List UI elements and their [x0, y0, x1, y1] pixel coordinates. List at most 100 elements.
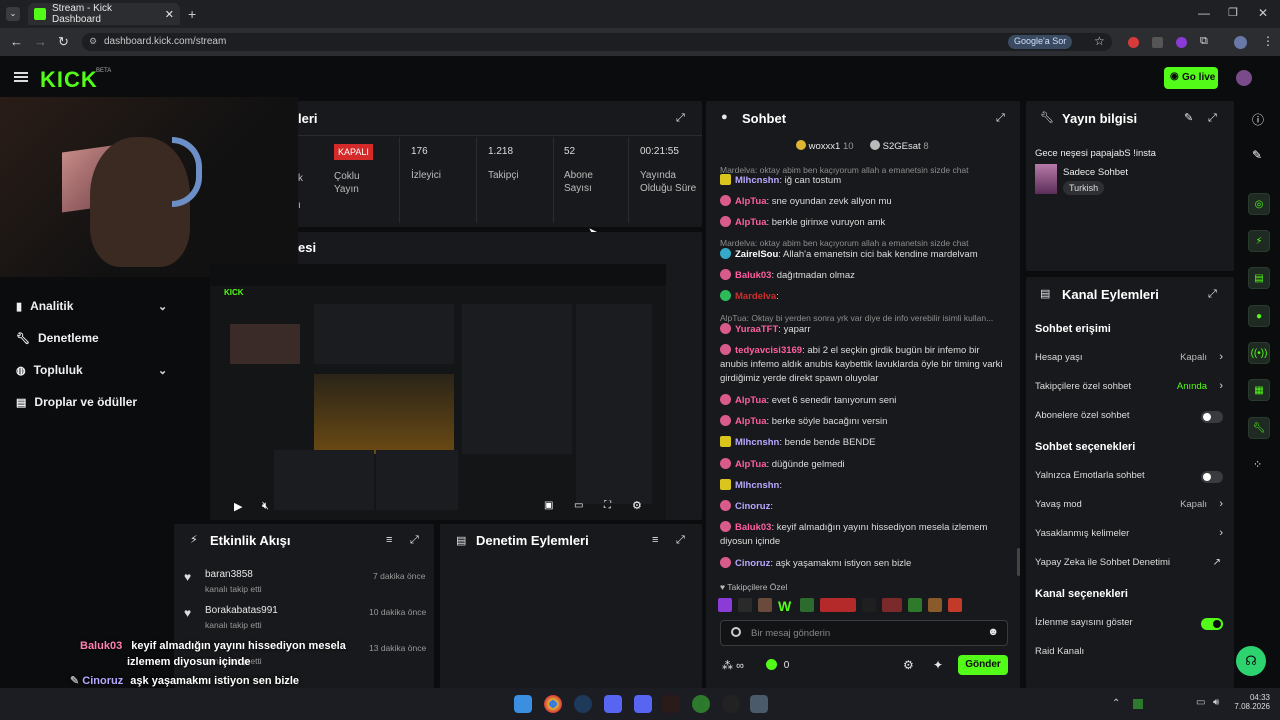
sidebar-item-analytics[interactable]: ▮ Analitik ⌄ [16, 296, 167, 316]
channel-setting-row[interactable]: Abonelere özel sohbet [1035, 410, 1225, 424]
hamburger-menu-icon[interactable] [14, 72, 28, 82]
pip-icon[interactable]: ▣ [544, 500, 553, 511]
channel-setting-row[interactable]: Takipçilere özel sohbet Anında › [1035, 380, 1225, 395]
chat-username[interactable]: YuraaTFT [735, 324, 778, 335]
settings-taskbar-icon[interactable] [750, 695, 768, 713]
chat-username[interactable]: Mardelva [735, 291, 776, 302]
obs-taskbar-icon[interactable] [722, 695, 740, 713]
taskbar-clock[interactable]: 04:33 7.08.2026 [1232, 693, 1270, 711]
chrome-taskbar-icon[interactable] [544, 695, 562, 713]
chat-username[interactable]: Baluk03 [735, 270, 771, 281]
broadcast-rail-icon[interactable]: ((•)) [1248, 342, 1270, 364]
doc-icon[interactable]: ▤ [1248, 267, 1270, 289]
apps-icon[interactable]: ⁘ [1253, 458, 1262, 471]
setting-toggle[interactable] [1201, 471, 1223, 483]
chat-username[interactable]: AlpTua [735, 416, 767, 427]
extension-icon-2[interactable] [1152, 37, 1163, 48]
tray-chevron-icon[interactable]: ⌃ [1112, 698, 1120, 709]
bolt-icon[interactable]: ⚡︎ [1248, 230, 1270, 252]
chat-username[interactable]: Mlhcnshn [735, 437, 779, 448]
channel-setting-row[interactable]: Yavaş mod Kapalı › [1035, 498, 1225, 513]
discord2-taskbar-icon[interactable] [634, 695, 652, 713]
tray-app-icon[interactable] [1133, 699, 1143, 709]
chat-username[interactable]: Baluk03 [735, 522, 771, 533]
setting-toggle[interactable] [1201, 618, 1223, 630]
channel-setting-row[interactable]: Yalnızca Emotlarla sohbet [1035, 470, 1225, 484]
chat-username[interactable]: tedyavcisi3169 [735, 345, 802, 356]
emote-icon[interactable] [758, 598, 772, 612]
filter-icon[interactable]: ≡ [386, 534, 392, 546]
forward-button[interactable]: → [34, 34, 47, 49]
sidebar-item-community[interactable]: ◍ Topluluk ⌄ [16, 360, 167, 380]
close-window-button[interactable]: ✕ [1258, 6, 1268, 20]
chat-scrollbar[interactable] [1017, 548, 1020, 576]
emote-icon[interactable] [928, 598, 942, 612]
wrench-rail-icon[interactable]: 🔧︎ [1248, 417, 1270, 439]
theater-icon[interactable]: ▭ [574, 500, 583, 511]
channel-setting-row[interactable]: Raid Kanalı [1035, 646, 1225, 660]
emote-w-icon[interactable]: W [778, 598, 794, 614]
address-bar[interactable]: dashboard.kick.com/stream [82, 33, 1112, 51]
new-tab-button[interactable]: + [188, 6, 196, 22]
back-button[interactable]: ← [10, 34, 23, 49]
chat-username[interactable]: AlpTua [735, 196, 767, 207]
site-info-icon[interactable]: ⚙ [89, 36, 97, 47]
event-username[interactable]: baran3858 [205, 569, 253, 580]
profile-avatar[interactable] [1234, 36, 1247, 49]
emote-icon[interactable] [800, 598, 814, 612]
layout-rail-icon[interactable]: ▦ [1248, 379, 1270, 401]
extension-red-icon[interactable] [1128, 37, 1139, 48]
channel-points[interactable]: 0 [766, 659, 789, 671]
channel-setting-row[interactable]: Yapay Zeka ile Sohbet Denetimi ↗ [1035, 557, 1225, 571]
volume-icon[interactable]: 🔊︎ [1213, 697, 1219, 708]
fullscreen-icon[interactable]: ⛶ [604, 500, 611, 511]
filter-icon[interactable]: ≡ [652, 534, 658, 546]
reload-button[interactable]: ↻ [58, 34, 69, 50]
popout-icon[interactable]: ⤢ [1208, 288, 1217, 301]
steam-taskbar-icon[interactable] [574, 695, 592, 713]
popout-icon[interactable]: ⤢ [676, 112, 685, 125]
discord-taskbar-icon[interactable] [604, 695, 622, 713]
edit-icon[interactable]: ✎ [1184, 111, 1193, 124]
emote-icon[interactable] [908, 598, 922, 612]
chat-username[interactable]: Mlhcnshn [735, 480, 779, 491]
category-name[interactable]: Sadece Sohbet [1063, 167, 1128, 178]
popout-icon[interactable]: ⤢ [1208, 112, 1217, 125]
emote-icon[interactable] [882, 598, 902, 612]
chat-rail-icon[interactable]: ● [1248, 305, 1270, 327]
popout-icon[interactable]: ⤢ [410, 534, 419, 547]
tab-list-button[interactable]: ⌄ [6, 7, 20, 21]
stream-preview-video[interactable]: KICK ▶ 🔇︎ ▣ ▭ ⛶ ⚙ [210, 264, 666, 520]
emote-icon[interactable] [862, 598, 876, 612]
user-avatar[interactable] [1236, 70, 1252, 86]
close-tab-icon[interactable]: ✕ [165, 8, 174, 21]
chat-username[interactable]: Cinoruz [735, 501, 770, 512]
emote-icon[interactable] [738, 598, 752, 612]
emote-icon[interactable] [948, 598, 962, 612]
browser-tab[interactable]: Stream - Kick Dashboard ✕ [28, 3, 180, 25]
setting-toggle[interactable] [1201, 411, 1223, 423]
channel-setting-row[interactable]: Hesap yaşı Kapalı › [1035, 351, 1225, 366]
channel-setting-row[interactable]: Yasaklanmış kelimeler › [1035, 527, 1225, 542]
windows-start-icon[interactable] [514, 695, 532, 713]
browser-menu-icon[interactable]: ⋮ [1262, 34, 1274, 48]
settings-icon[interactable]: ⚙ [632, 499, 642, 512]
event-username[interactable]: Borakabatas991 [205, 605, 278, 616]
sidebar-item-moderation[interactable]: 🔧︎ Denetleme [16, 328, 99, 348]
pen-icon[interactable]: ✎ [1252, 148, 1262, 162]
google-ask-button[interactable]: Google'a Sor [1008, 35, 1073, 49]
chat-mod-icon[interactable]: ✦ [933, 658, 943, 672]
minimize-button[interactable]: — [1198, 6, 1210, 20]
sidebar-item-drops[interactable]: ▤ Droplar ve ödüller [16, 392, 137, 412]
chat-username[interactable]: AlpTua [735, 459, 767, 470]
popout-icon[interactable]: ⤢ [996, 112, 1005, 125]
extensions-puzzle-icon[interactable]: ⧉ [1200, 35, 1208, 48]
extension-icon-3[interactable] [1176, 37, 1187, 48]
emoji-icon[interactable]: ☻ [987, 626, 999, 638]
chat-username[interactable]: Cinoruz [735, 558, 770, 569]
info-icon[interactable]: ⓘ [1252, 111, 1264, 128]
play-icon[interactable]: ▶ [234, 500, 242, 513]
chat-username[interactable]: ZairelSou [735, 249, 778, 260]
chat-settings-icon[interactable]: ⚙ [903, 658, 914, 672]
chat-input[interactable]: Bir mesaj gönderin ☻ [720, 620, 1008, 646]
